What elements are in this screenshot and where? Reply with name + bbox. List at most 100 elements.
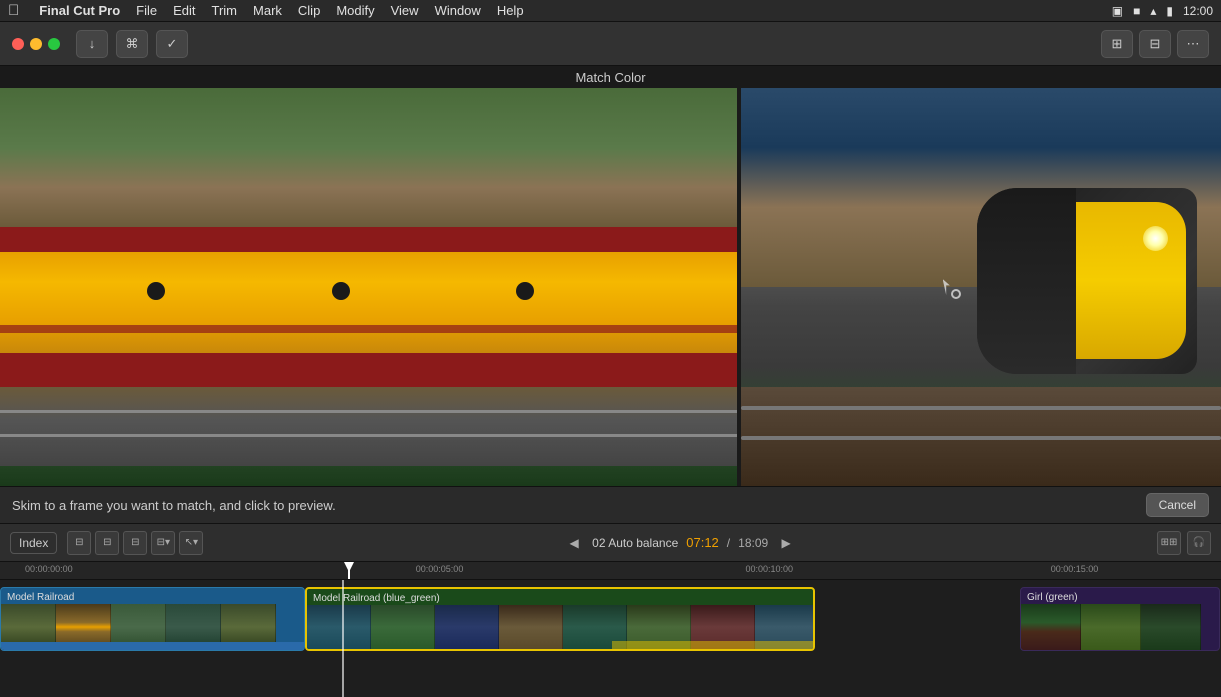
- thumb-bg-2: [371, 605, 435, 649]
- right-preview[interactable]: [741, 88, 1221, 486]
- close-button[interactable]: [12, 38, 24, 50]
- clip-thumbnails-3: [1021, 604, 1219, 650]
- rail-right-1: [741, 406, 1221, 410]
- 1password-icon: ■: [1133, 4, 1140, 18]
- toolbar-right-buttons: ⊞ ⊟ ⋯: [1101, 30, 1209, 58]
- thumb-bg-1: [307, 605, 371, 649]
- train-mid-stripe: [0, 325, 737, 333]
- clip-model-railroad[interactable]: Model Railroad: [0, 587, 305, 651]
- app-name[interactable]: Final Cut Pro: [39, 3, 120, 18]
- rail-1: [0, 410, 737, 413]
- battery-icon: ▮: [1166, 4, 1173, 18]
- dropbox-icon: ▣: [1112, 4, 1123, 18]
- train-front-body: [977, 188, 1197, 374]
- train-dot-1: [147, 282, 165, 300]
- thumb-g-1: [1021, 604, 1081, 650]
- clip-view-icon-3[interactable]: ⊟: [123, 531, 147, 555]
- clip-view-icon[interactable]: ⊟: [67, 531, 91, 555]
- clock-icon: 12:00: [1183, 4, 1213, 18]
- train-dot-2: [332, 282, 350, 300]
- clip-dropdown[interactable]: ⊟▾: [151, 531, 175, 555]
- cursor-circle: [951, 289, 961, 299]
- train-stripe-yellow: [0, 252, 737, 352]
- clip-view-icon-2[interactable]: ⊟: [95, 531, 119, 555]
- menu-file[interactable]: File: [136, 3, 157, 18]
- train-front-yellow: [1065, 202, 1186, 358]
- playhead[interactable]: [348, 562, 350, 579]
- back-button[interactable]: ↓: [76, 30, 108, 58]
- track-row-main: Model Railroad Model Railroad (blue_gree…: [0, 584, 1221, 658]
- preview-area: Match Color: [0, 66, 1221, 486]
- left-video-frame: [0, 88, 737, 486]
- clip-bg-label: Model Railroad (blue_green): [313, 593, 440, 604]
- match-color-label: Match Color: [575, 70, 645, 85]
- timeline-tools: ⊟ ⊟ ⊟ ⊟▾ ↖▾: [67, 531, 203, 555]
- clip-girl-green[interactable]: Girl (green): [1020, 587, 1220, 651]
- main-area: Match Color: [0, 66, 1221, 697]
- ruler-label-5: 00:00:05:00: [416, 564, 464, 574]
- menu-trim[interactable]: Trim: [212, 3, 238, 18]
- timeline-header: Index ⊟ ⊟ ⊟ ⊟▾ ↖▾ ◀ 02 Auto balance 07:1…: [0, 524, 1221, 562]
- thumb-bg-4: [499, 605, 563, 649]
- clip-appearance-button[interactable]: ⊞⊞: [1157, 531, 1181, 555]
- clip-name-display: 02 Auto balance: [592, 536, 678, 550]
- grid-button[interactable]: ⊟: [1139, 30, 1171, 58]
- menu-view[interactable]: View: [391, 3, 419, 18]
- menu-help[interactable]: Help: [497, 3, 524, 18]
- train-body-dark: [977, 188, 1076, 374]
- fullscreen-button[interactable]: [48, 38, 60, 50]
- timeline-center: ◀ 02 Auto balance 07:12 / 18:09 ▶: [564, 533, 796, 553]
- cursor-indicator: [943, 279, 965, 301]
- clip-model-railroad-bg[interactable]: Model Railroad (blue_green): [305, 587, 815, 651]
- thumb-g-2: [1081, 604, 1141, 650]
- timeline-tracks[interactable]: Model Railroad Model Railroad (blue_gree…: [0, 580, 1221, 697]
- prev-clip-button[interactable]: ◀: [564, 533, 584, 553]
- timecode-display: 07:12: [686, 535, 719, 550]
- rail-right-2: [741, 436, 1221, 440]
- audio-button[interactable]: 🎧: [1187, 531, 1211, 555]
- minimize-button[interactable]: [30, 38, 42, 50]
- train-front-container: [977, 188, 1197, 407]
- more-button[interactable]: ⋯: [1177, 30, 1209, 58]
- menu-window[interactable]: Window: [435, 3, 481, 18]
- menu-modify[interactable]: Modify: [336, 3, 374, 18]
- check-button[interactable]: ✓: [156, 30, 188, 58]
- cancel-button[interactable]: Cancel: [1146, 493, 1209, 517]
- clip-girl-label: Girl (green): [1027, 592, 1078, 603]
- thumb-g-3: [1141, 604, 1201, 650]
- duration-display: 18:09: [738, 536, 768, 550]
- next-clip-button[interactable]: ▶: [776, 533, 796, 553]
- index-button[interactable]: Index: [10, 532, 57, 554]
- clip-bottom-bar-blue: [1, 642, 305, 650]
- select-tool[interactable]: ↖▾: [179, 531, 203, 555]
- instruction-bar: Skim to a frame you want to match, and c…: [0, 486, 1221, 524]
- train-stripe-top: [0, 227, 737, 252]
- layout-button[interactable]: ⊞: [1101, 30, 1133, 58]
- menubar:  Final Cut Pro File Edit Trim Mark Clip…: [0, 0, 1221, 22]
- rail-2: [0, 434, 737, 437]
- train-body: [0, 227, 737, 394]
- left-preview[interactable]: [0, 88, 737, 486]
- thumb-bg-3: [435, 605, 499, 649]
- key-button[interactable]: ⌘: [116, 30, 148, 58]
- traffic-lights: [12, 38, 60, 50]
- ruler-label-0: 00:00:00:00: [25, 564, 73, 574]
- ruler-label-15: 00:00:15:00: [1051, 564, 1099, 574]
- menu-mark[interactable]: Mark: [253, 3, 282, 18]
- right-video-frame: [741, 88, 1221, 486]
- apple-icon[interactable]: : [8, 2, 19, 19]
- track-ground: [741, 387, 1221, 487]
- clip-bottom-bar-yellow: [612, 641, 815, 649]
- timeline-right-icons: ⊞⊞ 🎧: [1157, 531, 1211, 555]
- menubar-system-icons: ▣ ■ ▴ ▮ 12:00: [1112, 4, 1213, 18]
- track-area: [0, 387, 737, 467]
- headlight: [1143, 226, 1168, 251]
- toolbar: ↓ ⌘ ✓ ⊞ ⊟ ⋯: [0, 22, 1221, 66]
- train-dot-3: [516, 282, 534, 300]
- menu-edit[interactable]: Edit: [173, 3, 195, 18]
- timeline-ruler[interactable]: 00:00:00:00 00:00:05:00 00:00:10:00 00:0…: [0, 562, 1221, 580]
- menu-clip[interactable]: Clip: [298, 3, 320, 18]
- wifi-icon: ▴: [1150, 4, 1156, 18]
- instruction-text: Skim to a frame you want to match, and c…: [12, 498, 336, 513]
- timecode-separator: /: [727, 536, 730, 550]
